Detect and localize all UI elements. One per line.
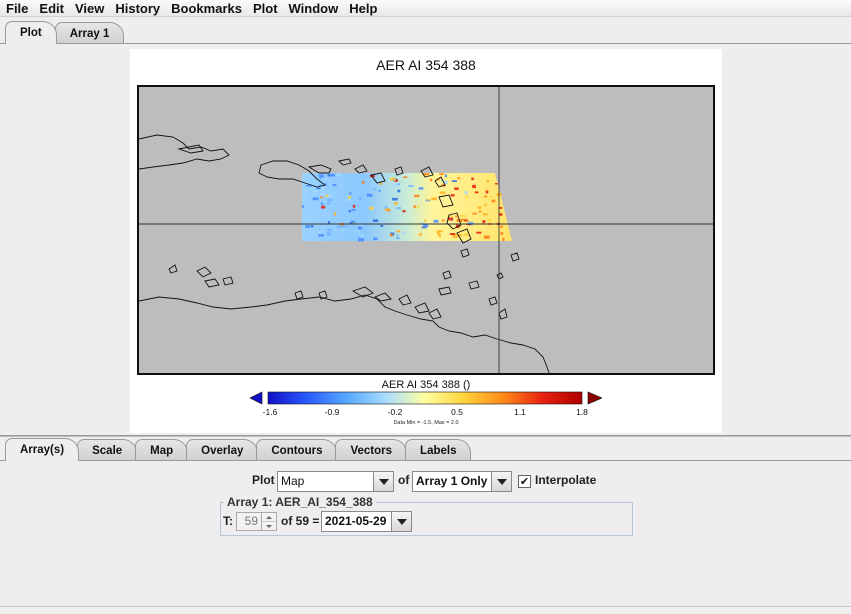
colorbar (250, 391, 602, 405)
chevron-down-icon[interactable] (373, 472, 393, 491)
data-swath (302, 173, 512, 242)
plot-type-select[interactable]: Map (277, 471, 394, 492)
settings-tab-divider (0, 460, 851, 461)
map-view[interactable] (137, 85, 715, 375)
time-label: T: (223, 514, 233, 528)
colorbar-title: AER AI 354 388 () (381, 379, 471, 391)
array-select[interactable]: Array 1 Only (412, 471, 512, 492)
colorbar-tick: -1.6 (262, 407, 278, 417)
chevron-up-icon (266, 515, 272, 519)
tab-array-1[interactable]: Array 1 (54, 22, 125, 44)
plot-type-label: Plot (252, 473, 275, 487)
tab-contours-label: Contours (271, 444, 323, 457)
spinner-buttons (261, 513, 276, 530)
tab-labels-label: Labels (420, 444, 457, 457)
settings-tab-strip: Array(s) Scale Map Overlay Contours Vect… (5, 438, 472, 461)
tab-overlay-label: Overlay (201, 444, 244, 457)
tab-vectors-label: Vectors (350, 444, 393, 457)
menu-view[interactable]: View (69, 0, 109, 17)
menu-edit[interactable]: Edit (33, 0, 69, 17)
top-tab-strip: Plot Array 1 (5, 21, 125, 44)
array-select-value: Array 1 Only (416, 474, 488, 488)
of-label: of (398, 473, 410, 487)
tab-vectors[interactable]: Vectors (335, 439, 408, 461)
colorbar-over-arrow (587, 391, 602, 405)
menu-file[interactable]: File (0, 0, 33, 17)
colorbar-tick: -0.9 (324, 407, 340, 417)
colorbar-data-range: Data Min = -1.5, Max = 2.0 (393, 420, 459, 426)
colorbar-ramp (267, 391, 583, 405)
interpolate-checkbox[interactable]: ✔ (518, 475, 531, 488)
tab-plot[interactable]: Plot (5, 21, 57, 44)
date-select-value: 2021-05-29 (325, 514, 387, 528)
tab-scale[interactable]: Scale (77, 439, 138, 461)
status-divider (0, 606, 851, 607)
plot-title: AER AI 354 388 (376, 57, 476, 73)
tab-array-1-label: Array 1 (69, 27, 110, 40)
tab-labels[interactable]: Labels (405, 439, 472, 461)
menu-help[interactable]: Help (343, 0, 382, 17)
menu-bar: File Edit View History Bookmarks Plot Wi… (0, 0, 851, 17)
menu-window[interactable]: Window (283, 0, 344, 17)
plot-panel: AER AI 354 388 AER AI 354 388 () -1.6 -0… (130, 49, 722, 433)
array-1-group-title: Array 1: AER_AI_354_388 (224, 495, 376, 509)
tab-contours[interactable]: Contours (256, 439, 338, 461)
interpolate-label: Interpolate (535, 473, 597, 487)
tab-scale-label: Scale (92, 444, 123, 457)
panel-splitter[interactable] (0, 435, 851, 437)
tab-plot-label: Plot (20, 27, 42, 39)
colorbar-tick: -0.2 (387, 407, 403, 417)
time-count-label: of 59 = (281, 514, 320, 528)
colorbar-tick: 1.8 (576, 407, 588, 417)
plot-type-value: Map (281, 474, 305, 488)
colorbar-tick: 0.5 (451, 407, 463, 417)
tab-overlay[interactable]: Overlay (186, 439, 259, 461)
time-index-value[interactable]: 59 (237, 513, 261, 530)
tab-map-label: Map (150, 444, 174, 457)
tab-map[interactable]: Map (135, 439, 189, 461)
chevron-down-icon[interactable] (391, 512, 411, 531)
date-select[interactable]: 2021-05-29 (321, 511, 412, 532)
colorbar-tick: 1.1 (514, 407, 526, 417)
tab-arrays[interactable]: Array(s) (5, 438, 80, 461)
top-tab-divider (0, 43, 851, 44)
menu-plot[interactable]: Plot (247, 0, 283, 17)
spinner-up-button[interactable] (262, 513, 276, 522)
coastlines (139, 134, 550, 373)
chevron-down-icon[interactable] (491, 472, 511, 491)
colorbar-under-arrow (250, 391, 263, 405)
checkmark-icon: ✔ (519, 475, 530, 488)
tab-arrays-label: Array(s) (20, 444, 65, 456)
map-canvas (139, 87, 713, 373)
menu-bookmarks[interactable]: Bookmarks (165, 0, 247, 17)
spinner-down-button[interactable] (262, 522, 276, 530)
chevron-down-icon (266, 524, 272, 528)
time-index-spinner[interactable]: 59 (236, 512, 277, 531)
menu-history[interactable]: History (109, 0, 165, 17)
